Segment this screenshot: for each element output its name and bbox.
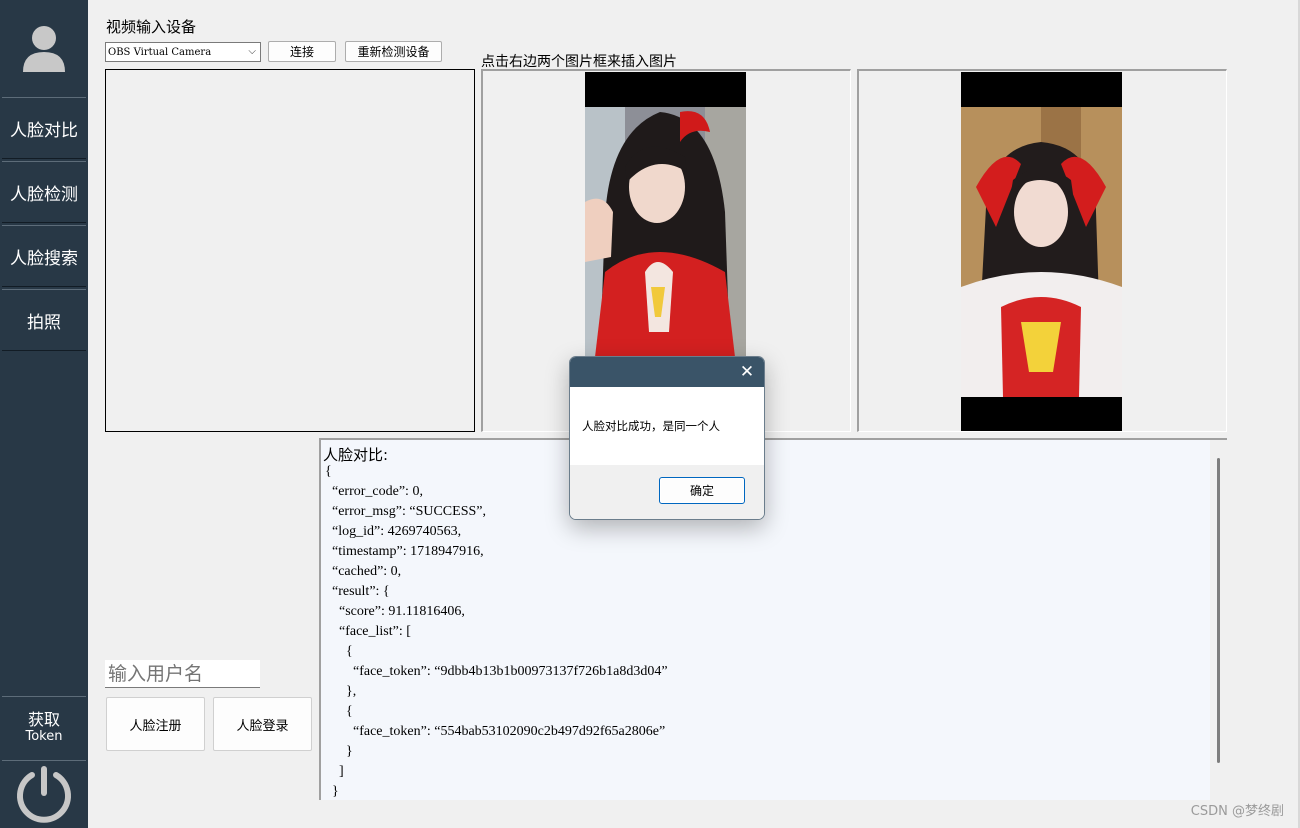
face-register-button[interactable]: 人脸注册 (106, 697, 205, 751)
nav-face-search-button[interactable]: 人脸搜索 (2, 225, 86, 287)
face-login-button[interactable]: 人脸登录 (213, 697, 312, 751)
connect-button[interactable]: 连接 (268, 41, 336, 62)
face-login-button-label: 人脸登录 (236, 718, 289, 734)
get-token-button[interactable]: 获取 Token (2, 696, 86, 758)
chevron-down-icon: ⌵ (248, 46, 256, 57)
video-preview-panel (105, 69, 475, 432)
video-device-selected-value: OBS Virtual Camera (108, 46, 212, 58)
dialog-footer: 确定 (570, 465, 764, 519)
output-scrollbar[interactable] (1210, 440, 1227, 800)
nav-photo-label: 拍照 (27, 312, 61, 333)
user-avatar[interactable] (2, 0, 86, 96)
power-icon (17, 765, 71, 823)
watermark: CSDN @梦终剧 (1190, 804, 1284, 819)
message-dialog: ✕ 人脸对比成功，是同一个人 确定 (569, 356, 765, 520)
dialog-message: 人脸对比成功，是同一个人 (582, 419, 720, 433)
user-avatar-icon (23, 26, 65, 72)
connect-button-label: 连接 (289, 45, 314, 59)
power-button[interactable] (2, 760, 86, 826)
video-device-select[interactable]: OBS Virtual Camera ⌵ (105, 42, 261, 62)
dialog-ok-button[interactable]: 确定 (659, 477, 745, 504)
sidebar: 人脸对比 人脸检测 人脸搜索 拍照 获取 Token (0, 0, 88, 828)
redetect-devices-button[interactable]: 重新检测设备 (345, 41, 442, 62)
nav-face-detect-button[interactable]: 人脸检测 (2, 161, 86, 223)
nav-face-detect-label: 人脸检测 (10, 184, 78, 205)
dialog-ok-label: 确定 (689, 484, 714, 498)
dialog-titlebar[interactable]: ✕ (570, 357, 764, 387)
nav-face-search-label: 人脸搜索 (10, 248, 78, 269)
output-scrollbar-thumb[interactable] (1217, 458, 1220, 763)
video-device-label: 视频输入设备 (106, 18, 197, 36)
compare-photo-2 (961, 72, 1122, 431)
insert-image-hint: 点击右边两个图片框来插入图片 (481, 54, 677, 70)
get-token-label-line1: 获取 (27, 709, 60, 729)
redetect-devices-button-label: 重新检测设备 (357, 45, 430, 59)
close-icon[interactable]: ✕ (736, 361, 758, 383)
username-input[interactable] (105, 660, 260, 688)
nav-photo-button[interactable]: 拍照 (2, 289, 86, 351)
result-output-textarea[interactable]: 人脸对比: { “error_code”: 0, “error_msg”: “S… (319, 438, 1227, 800)
face-register-button-label: 人脸注册 (129, 718, 182, 734)
nav-face-compare-button[interactable]: 人脸对比 (2, 97, 86, 159)
get-token-label-line2: Token (25, 728, 63, 744)
compare-image-box-2[interactable] (857, 69, 1227, 432)
nav-face-compare-label: 人脸对比 (10, 120, 78, 141)
